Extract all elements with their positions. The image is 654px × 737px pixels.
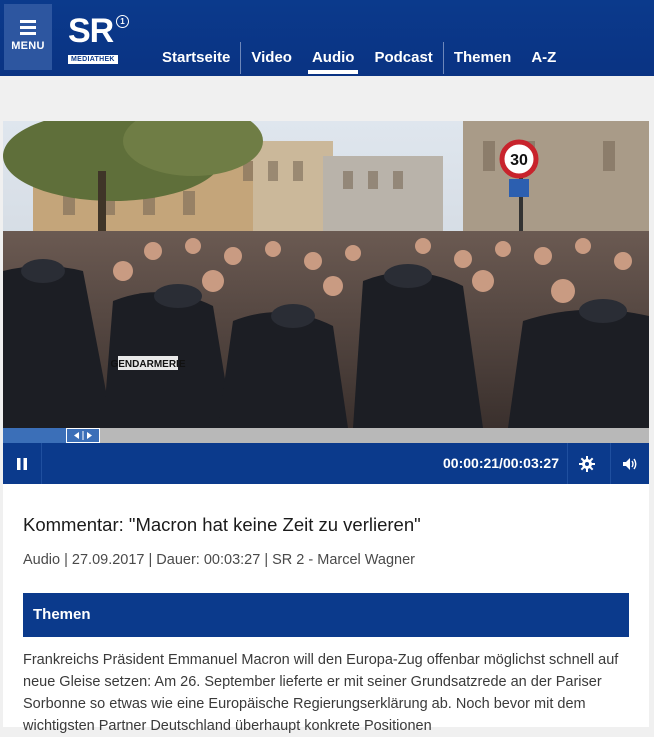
episode-title: Kommentar: "Macron hat keine Zeit zu ver… xyxy=(23,514,421,535)
pause-button[interactable] xyxy=(3,443,42,484)
nav-item-podcast[interactable]: Podcast xyxy=(364,42,442,74)
nav-item-a-z[interactable]: A-Z xyxy=(521,42,566,74)
protest-photo: 30 GENDARMERIE xyxy=(3,121,649,428)
player-controls: 00:00:21/00:03:27 xyxy=(3,443,649,484)
episode-info: Kommentar: "Macron hat keine Zeit zu ver… xyxy=(3,484,649,734)
volume-button[interactable] xyxy=(610,443,649,484)
player-poster-image[interactable]: 30 GENDARMERIE xyxy=(3,121,649,428)
logo-subtitle: MEDIATHEK xyxy=(68,55,118,64)
speed-limit-sign: 30 xyxy=(510,152,528,169)
menu-button[interactable]: MENU xyxy=(4,4,52,70)
main-navigation: Startseite Video Audio Podcast Themen A-… xyxy=(152,42,566,74)
ard-one-badge-icon: 1 xyxy=(116,15,129,28)
seek-arrows-icon xyxy=(74,431,92,440)
episode-description: Frankreichs Präsident Emmanuel Macron wi… xyxy=(23,652,619,734)
site-header: MENU SR MEDIATHEK 1 Startseite Video Aud… xyxy=(0,0,654,76)
nav-item-startseite[interactable]: Startseite xyxy=(152,42,240,74)
nav-item-themen[interactable]: Themen xyxy=(442,42,522,74)
media-player: 30 GENDARMERIE 00:00:21/00:03:27 xyxy=(3,121,649,484)
nav-item-video[interactable]: Video xyxy=(240,42,302,74)
episode-meta: Audio | 27.09.2017 | Dauer: 00:03:27 | S… xyxy=(23,552,416,568)
gear-icon xyxy=(579,455,595,472)
menu-label: MENU xyxy=(11,40,45,52)
seek-bar-fill xyxy=(3,428,68,443)
nav-item-audio[interactable]: Audio xyxy=(302,42,365,74)
hamburger-icon xyxy=(20,20,36,35)
seek-handle[interactable] xyxy=(66,428,100,443)
volume-icon xyxy=(623,457,637,470)
gendarmerie-text: GENDARMERIE xyxy=(110,359,185,370)
settings-button[interactable] xyxy=(567,443,606,484)
sr-mediathek-logo[interactable]: SR MEDIATHEK 1 xyxy=(68,14,130,66)
pause-icon xyxy=(17,457,27,470)
themes-toggle[interactable]: Themen xyxy=(23,593,629,637)
seek-bar[interactable] xyxy=(3,428,649,443)
time-display: 00:00:21/00:03:27 xyxy=(443,455,559,471)
